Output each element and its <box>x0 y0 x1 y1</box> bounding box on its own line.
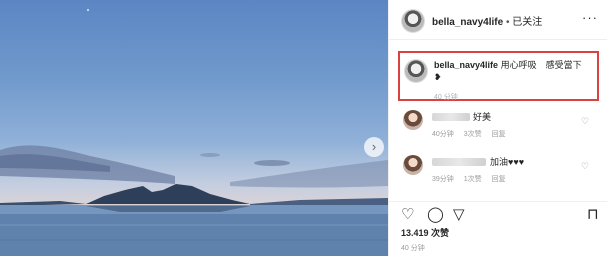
action-bar: ♡ ◯ ▽ ⊓ <box>389 201 607 223</box>
next-photo-button[interactable]: › <box>364 137 384 157</box>
post-timestamp: 40 分钟 <box>401 245 425 252</box>
comment-like-icon[interactable]: ♡ <box>581 161 589 172</box>
like-icon[interactable]: ♡ <box>401 207 414 222</box>
post-header: bella_navy4life • 已关注 ··· <box>389 0 607 40</box>
caption-username[interactable]: bella_navy4life <box>434 60 498 70</box>
comment-like-icon[interactable]: ♡ <box>581 116 589 127</box>
share-icon[interactable]: ▽ <box>453 207 465 222</box>
comment-text: 加油♥♥♥ <box>490 157 525 167</box>
save-bookmark-icon[interactable]: ⊓ <box>587 207 599 222</box>
caption-body: 用心呼吸 感受當下 <box>500 60 582 70</box>
author-info: bella_navy4life • 已关注 <box>432 13 542 28</box>
comment-icon[interactable]: ◯ <box>427 207 444 222</box>
comment-meta: 40分钟 3次赞 回复 <box>432 131 506 138</box>
blurred-commenter-name <box>432 158 486 166</box>
author-avatar[interactable] <box>401 9 425 33</box>
caption-highlight-box: bella_navy4life 用心呼吸 感受當下 ❥ 40 分钟 <box>398 51 599 101</box>
caption-text: bella_navy4life 用心呼吸 感受當下 ❥ <box>434 59 596 83</box>
post-side-panel: bella_navy4life • 已关注 ··· bella_navy4lif… <box>388 0 607 256</box>
header-separator: • <box>505 17 510 28</box>
instagram-post: › bella_navy4life • 已关注 ··· bella_navy4l… <box>0 0 607 256</box>
comment-meta: 39分钟 1次赞 回复 <box>432 176 506 183</box>
caption-emoji: ❥ <box>434 72 442 82</box>
author-username[interactable]: bella_navy4life <box>432 17 503 28</box>
lake-landscape-image <box>0 9 388 256</box>
like-count[interactable]: 13.419 次赞 <box>401 226 449 239</box>
more-options-icon[interactable]: ··· <box>582 10 598 25</box>
follow-status-button[interactable]: 已关注 <box>512 17 542 28</box>
comment-item: 好美 40分钟 3次赞 回复 ♡ <box>389 110 607 150</box>
comment-item: 加油♥♥♥ 39分钟 1次赞 回复 ♡ <box>389 155 607 195</box>
caption-timestamp: 40 分钟 <box>434 94 458 101</box>
post-photo[interactable]: › <box>0 0 388 256</box>
comment-text: 好美 <box>473 112 492 122</box>
blurred-commenter-name <box>432 113 470 121</box>
commenter-avatar[interactable] <box>403 110 423 130</box>
commenter-avatar[interactable] <box>403 155 423 175</box>
caption-author-avatar[interactable] <box>404 59 428 83</box>
